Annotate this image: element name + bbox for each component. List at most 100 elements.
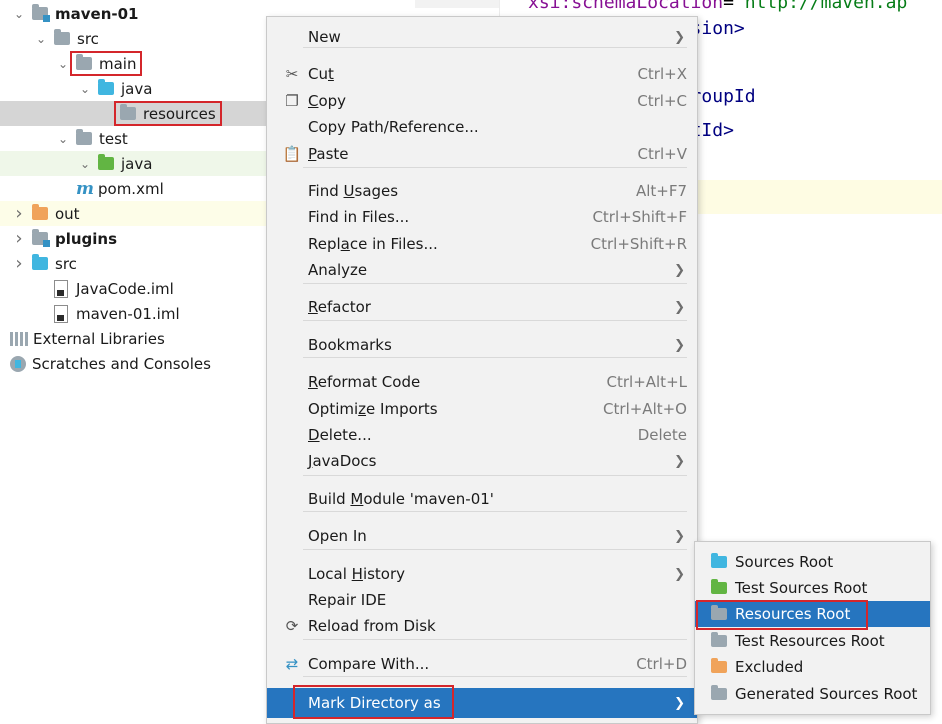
menu-item-cut[interactable]: ✂ Cut Ctrl+X bbox=[267, 61, 697, 87]
tree-item-label: resources bbox=[143, 104, 216, 123]
menu-separator bbox=[303, 549, 687, 550]
module-folder-icon bbox=[32, 229, 50, 247]
tree-item-pom-xml[interactable]: m pom.xml bbox=[0, 176, 268, 201]
tree-item-java[interactable]: ⌄ java bbox=[0, 76, 268, 101]
menu-item-bookmarks[interactable]: Bookmarks ❯ bbox=[267, 332, 697, 358]
tree-item-maven-01-iml[interactable]: maven-01.iml bbox=[0, 301, 268, 326]
tree-item-maven-01[interactable]: ⌄ maven-01 bbox=[0, 1, 268, 26]
context-menu: New ❯ ✂ Cut Ctrl+X ❐ Copy Ctrl+C Copy Path/Refer… bbox=[266, 16, 698, 724]
submenu-item-generated-sources-root[interactable]: Generated Sources Root bbox=[695, 681, 930, 707]
tree-item-src[interactable]: › src bbox=[0, 251, 268, 276]
tree-item-src[interactable]: ⌄ src bbox=[0, 26, 268, 51]
menu-shortcut: Ctrl+V bbox=[637, 145, 687, 163]
chevron-down-icon[interactable]: ⌄ bbox=[34, 32, 48, 46]
menu-item-repair-ide[interactable]: Repair IDE bbox=[267, 587, 697, 613]
tree-item-out[interactable]: › out bbox=[0, 201, 268, 226]
menu-item-find-in-files[interactable]: Find in Files... Ctrl+Shift+F bbox=[267, 204, 697, 230]
submenu-item-resources-root[interactable]: Resources Root bbox=[695, 601, 930, 627]
tree-item-label: plugins bbox=[55, 229, 118, 248]
project-tree: ⌄ maven-01 ⌄ src ⌄ main ⌄ java resources ⌄ test ⌄ ja… bbox=[0, 0, 268, 722]
menu-item-replace-in-files[interactable]: Replace in Files... Ctrl+Shift+R bbox=[267, 231, 697, 257]
menu-item-refactor[interactable]: Refactor ❯ bbox=[267, 294, 697, 320]
copy-icon: ❐ bbox=[285, 92, 299, 110]
menu-item-copy[interactable]: ❐ Copy Ctrl+C bbox=[267, 88, 697, 114]
menu-shortcut: Ctrl+X bbox=[637, 65, 687, 83]
menu-item-find-usages[interactable]: Find Usages Alt+F7 bbox=[267, 178, 697, 204]
menu-item-mark-directory-as[interactable]: Mark Directory as ❯ bbox=[267, 688, 697, 718]
source-folder-icon bbox=[98, 79, 114, 95]
menu-item-local-history[interactable]: Local History ❯ bbox=[267, 561, 697, 587]
tree-item-resources[interactable]: resources bbox=[0, 101, 268, 126]
menu-separator bbox=[303, 511, 687, 512]
highlight-box: main bbox=[70, 51, 143, 76]
submenu-item-sources-root[interactable]: Sources Root bbox=[695, 549, 930, 575]
folder-icon bbox=[711, 632, 727, 647]
iml-file-icon bbox=[54, 304, 68, 323]
tree-item-test[interactable]: ⌄ test bbox=[0, 126, 268, 151]
menu-item-build-module-maven-01[interactable]: Build Module 'maven-01' bbox=[267, 486, 697, 512]
tree-item-label: maven-01 bbox=[55, 4, 139, 23]
tree-item-main[interactable]: ⌄ main bbox=[0, 51, 268, 76]
tree-item-javacode-iml[interactable]: JavaCode.iml bbox=[0, 276, 268, 301]
menu-separator bbox=[303, 167, 687, 168]
tree-item-label: Scratches and Consoles bbox=[32, 354, 211, 373]
menu-item-reformat-code[interactable]: Reformat Code Ctrl+Alt+L bbox=[267, 369, 697, 395]
tree-item-label: java bbox=[121, 154, 153, 173]
menu-shortcut: Ctrl+Shift+F bbox=[592, 208, 687, 226]
folder-icon bbox=[711, 579, 727, 594]
module-folder-icon bbox=[32, 4, 50, 22]
menu-item-optimize-imports[interactable]: Optimize Imports Ctrl+Alt+O bbox=[267, 396, 697, 422]
chevron-right-icon[interactable]: › bbox=[12, 228, 26, 249]
chevron-down-icon[interactable]: ⌄ bbox=[56, 57, 70, 71]
tree-item-label: maven-01.iml bbox=[76, 304, 180, 323]
submenu-item-test-sources-root[interactable]: Test Sources Root bbox=[695, 575, 930, 601]
tree-item-label: main bbox=[99, 54, 137, 73]
menu-shortcut: Ctrl+Alt+L bbox=[606, 373, 688, 391]
menu-item-delete[interactable]: Delete... Delete bbox=[267, 422, 697, 448]
chevron-down-icon[interactable]: ⌄ bbox=[78, 82, 92, 96]
submenu-item-test-resources-root[interactable]: Test Resources Root bbox=[695, 628, 930, 654]
chevron-down-icon[interactable]: ⌄ bbox=[78, 157, 92, 171]
library-icon bbox=[10, 331, 28, 346]
menu-item-label: Find in Files... bbox=[308, 208, 410, 226]
scratch-icon bbox=[10, 355, 26, 372]
menu-item-label: Copy bbox=[308, 92, 347, 110]
tree-item-plugins[interactable]: › plugins bbox=[0, 226, 268, 251]
menu-item-analyze[interactable]: Analyze ❯ bbox=[267, 257, 697, 283]
code-line: xsi:schemaLocation="http://maven.ap bbox=[528, 0, 907, 13]
menu-item-label: Find Usages bbox=[308, 182, 399, 200]
mark-directory-submenu: Sources Root Test Sources Root Resources R… bbox=[694, 541, 931, 715]
menu-item-copy-path-reference[interactable]: Copy Path/Reference... bbox=[267, 114, 697, 140]
tree-item-external-libraries[interactable]: External Libraries bbox=[0, 326, 268, 351]
tree-item-scratches-and-consoles[interactable]: Scratches and Consoles bbox=[0, 351, 268, 376]
menu-item-paste[interactable]: 📋 Paste Ctrl+V bbox=[267, 141, 697, 167]
submenu-item-label: Test Sources Root bbox=[735, 579, 868, 597]
tree-item-label: src bbox=[77, 29, 99, 48]
menu-item-label: Local History bbox=[308, 565, 406, 583]
menu-item-label: Delete... bbox=[308, 426, 372, 444]
compare-icon: ⇄ bbox=[285, 655, 299, 673]
menu-item-open-in[interactable]: Open In ❯ bbox=[267, 523, 697, 549]
menu-separator bbox=[303, 676, 687, 677]
folder-icon bbox=[711, 553, 727, 568]
menu-separator bbox=[303, 639, 687, 640]
menu-item-compare-with[interactable]: ⇄ Compare With... Ctrl+D bbox=[267, 651, 697, 677]
submenu-item-excluded[interactable]: Excluded bbox=[695, 654, 930, 680]
menu-item-javadocs[interactable]: JavaDocs ❯ bbox=[267, 448, 697, 474]
menu-shortcut: Ctrl+C bbox=[637, 92, 687, 110]
highlight-box: resources bbox=[114, 101, 222, 126]
submenu-arrow-icon: ❯ bbox=[674, 453, 685, 469]
folder-icon bbox=[76, 54, 92, 70]
chevron-down-icon[interactable]: ⌄ bbox=[56, 132, 70, 146]
submenu-arrow-icon: ❯ bbox=[674, 695, 685, 711]
tree-item-label: External Libraries bbox=[33, 329, 165, 348]
tree-item-java[interactable]: ⌄ java bbox=[0, 151, 268, 176]
tree-item-label: out bbox=[55, 204, 80, 223]
chevron-down-icon[interactable]: ⌄ bbox=[12, 7, 26, 21]
chevron-right-icon[interactable]: › bbox=[12, 253, 26, 274]
menu-separator bbox=[303, 320, 687, 321]
menu-item-reload-from-disk[interactable]: ⟳ Reload from Disk bbox=[267, 613, 697, 639]
menu-item-label: Optimize Imports bbox=[308, 400, 438, 418]
chevron-right-icon[interactable]: › bbox=[12, 203, 26, 224]
